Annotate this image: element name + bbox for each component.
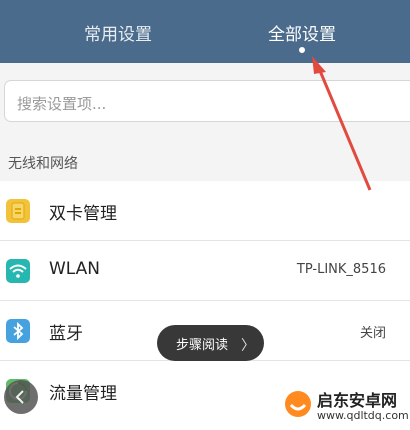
red-arrow-annotation [312,56,372,191]
watermark-logo-icon [285,391,311,417]
step-reading-toast[interactable]: 步骤阅读 〉 [157,325,264,361]
watermark-url-text: www.qdltdq.com [317,409,409,422]
watermark-brand-text: 启东安卓网 [317,391,398,410]
watermark: 启东安卓网 www.qdltdq.com [281,385,410,430]
step-reading-text: 步骤阅读 [176,338,229,353]
chevron-right-icon: 〉 [241,338,255,354]
